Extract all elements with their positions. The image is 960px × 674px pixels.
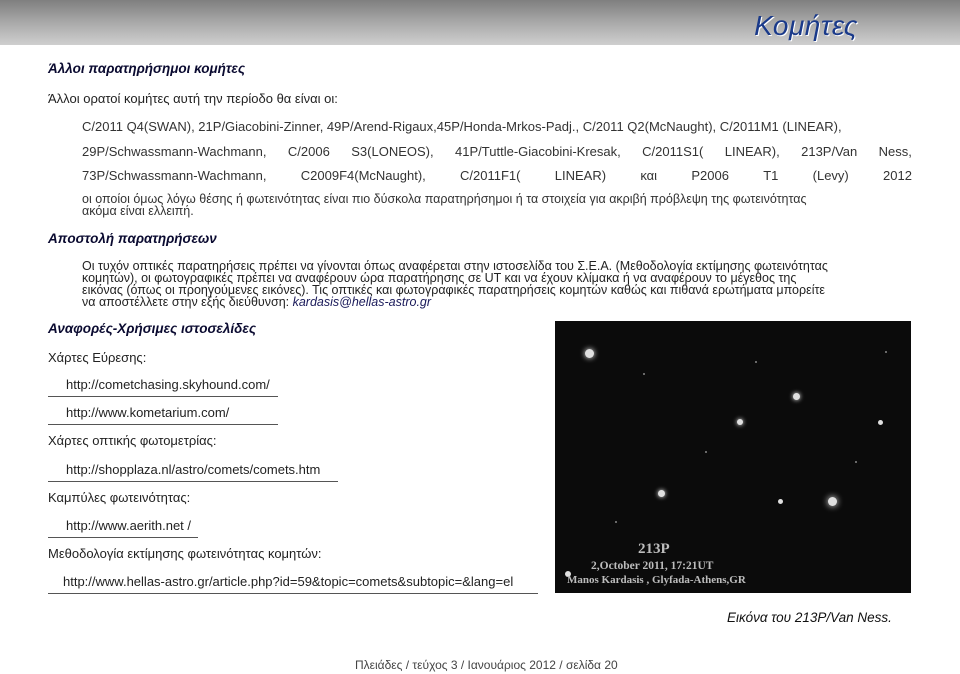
star [885, 351, 887, 353]
comet-item: Ness, [878, 144, 912, 159]
star [878, 420, 883, 425]
photo-credit: Manos Kardasis , Glyfada-Athens,GR [567, 574, 746, 586]
star [828, 497, 837, 506]
star [793, 393, 800, 400]
ref-label-finding-charts: Χάρτες Εύρεσης: [48, 350, 147, 365]
comet-item: 213P/Van [801, 144, 858, 159]
comet-item: (Levy) [812, 168, 849, 183]
comet-item: C/2011S1( [642, 144, 704, 159]
ref-link-shopplaza[interactable]: http://shopplaza.nl/astro/comets/comets.… [66, 462, 320, 477]
ref-link-cometchasing[interactable]: http://cometchasing.skyhound.com/ [66, 377, 270, 392]
star [755, 361, 757, 363]
divider [48, 593, 538, 594]
star [778, 499, 783, 504]
divider [48, 424, 278, 425]
comet-item: S3(LONEOS), [351, 144, 434, 159]
comet-item: LINEAR) [554, 168, 607, 183]
star [658, 490, 665, 497]
comet-photo: 213P 2,October 2011, 17:21UT Manos Karda… [555, 321, 911, 593]
ref-label-photometry-charts: Χάρτες οπτικής φωτομετρίας: [48, 433, 217, 448]
comet-item: P2006 [691, 168, 729, 183]
section-heading-other-comets: Άλλοι παρατηρήσημοι κομήτες [48, 61, 246, 76]
submission-text: να αποστέλλετε στην εξής διεύθυνση: [82, 295, 290, 309]
comets-list-row-1: C/2011 Q4(SWAN), 21P/Giacobini-Zinner, 4… [82, 119, 842, 134]
comet-item: C/2006 [287, 144, 330, 159]
ref-label-methodology: Μεθοδολογία εκτίμησης φωτεινότητας κομητ… [48, 546, 322, 561]
photo-title: 213P [638, 541, 670, 557]
photo-date: 2,October 2011, 17:21UT [591, 560, 714, 572]
page-footer: Πλειάδες / τεύχος 3 / Ιανουάριος 2012 / … [355, 658, 618, 672]
star [643, 373, 645, 375]
photo-caption: Εικόνα του 213P/Van Ness. [727, 610, 892, 625]
intro-text: Άλλοι ορατοί κομήτες αυτή την περίοδο θα… [48, 91, 338, 106]
star [705, 451, 707, 453]
comet-item: 2012 [883, 168, 912, 183]
comets-list-row-2: 29P/Schwassmann-Wachmann, C/2006 S3(LONE… [82, 144, 912, 159]
ref-link-hellas-astro[interactable]: http://www.hellas-astro.gr/article.php?i… [63, 574, 513, 589]
comet-item: και [640, 168, 658, 183]
section-heading-submission: Αποστολή παρατηρήσεων [48, 231, 217, 246]
comet-item: C/2011F1( [460, 168, 521, 183]
note-line-2: ακόμα είναι ελλειπή. [82, 204, 194, 218]
comet-item: 41P/Tuttle-Giacobini-Kresak, [455, 144, 621, 159]
divider [48, 537, 198, 538]
comets-list-row-3: 73P/Schwassmann-Wachmann, C2009F4(McNaug… [82, 168, 912, 183]
divider [48, 396, 278, 397]
star [855, 461, 857, 463]
star [737, 419, 743, 425]
comet-item: T1 [763, 168, 779, 183]
comet-item: 73P/Schwassmann-Wachmann, [82, 168, 267, 183]
ref-link-kometarium[interactable]: http://www.kometarium.com/ [66, 405, 229, 420]
comet-item: LINEAR), [724, 144, 780, 159]
divider [48, 481, 338, 482]
page-title: Κομήτες [754, 10, 858, 41]
ref-link-aerith[interactable]: http://www.aerith.net / [66, 518, 191, 533]
star [585, 349, 594, 358]
comet-item: C2009F4(McNaught), [300, 168, 426, 183]
section-heading-references: Αναφορές-Χρήσιμες ιστοσελίδες [48, 321, 257, 336]
star [615, 521, 617, 523]
submission-line-4: να αποστέλλετε στην εξής διεύθυνση: kard… [82, 295, 431, 309]
comet-item: 29P/Schwassmann-Wachmann, [82, 144, 267, 159]
ref-label-light-curves: Καμπύλες φωτεινότητας: [48, 490, 191, 505]
email-link[interactable]: kardasis@hellas-astro.gr [293, 295, 431, 309]
